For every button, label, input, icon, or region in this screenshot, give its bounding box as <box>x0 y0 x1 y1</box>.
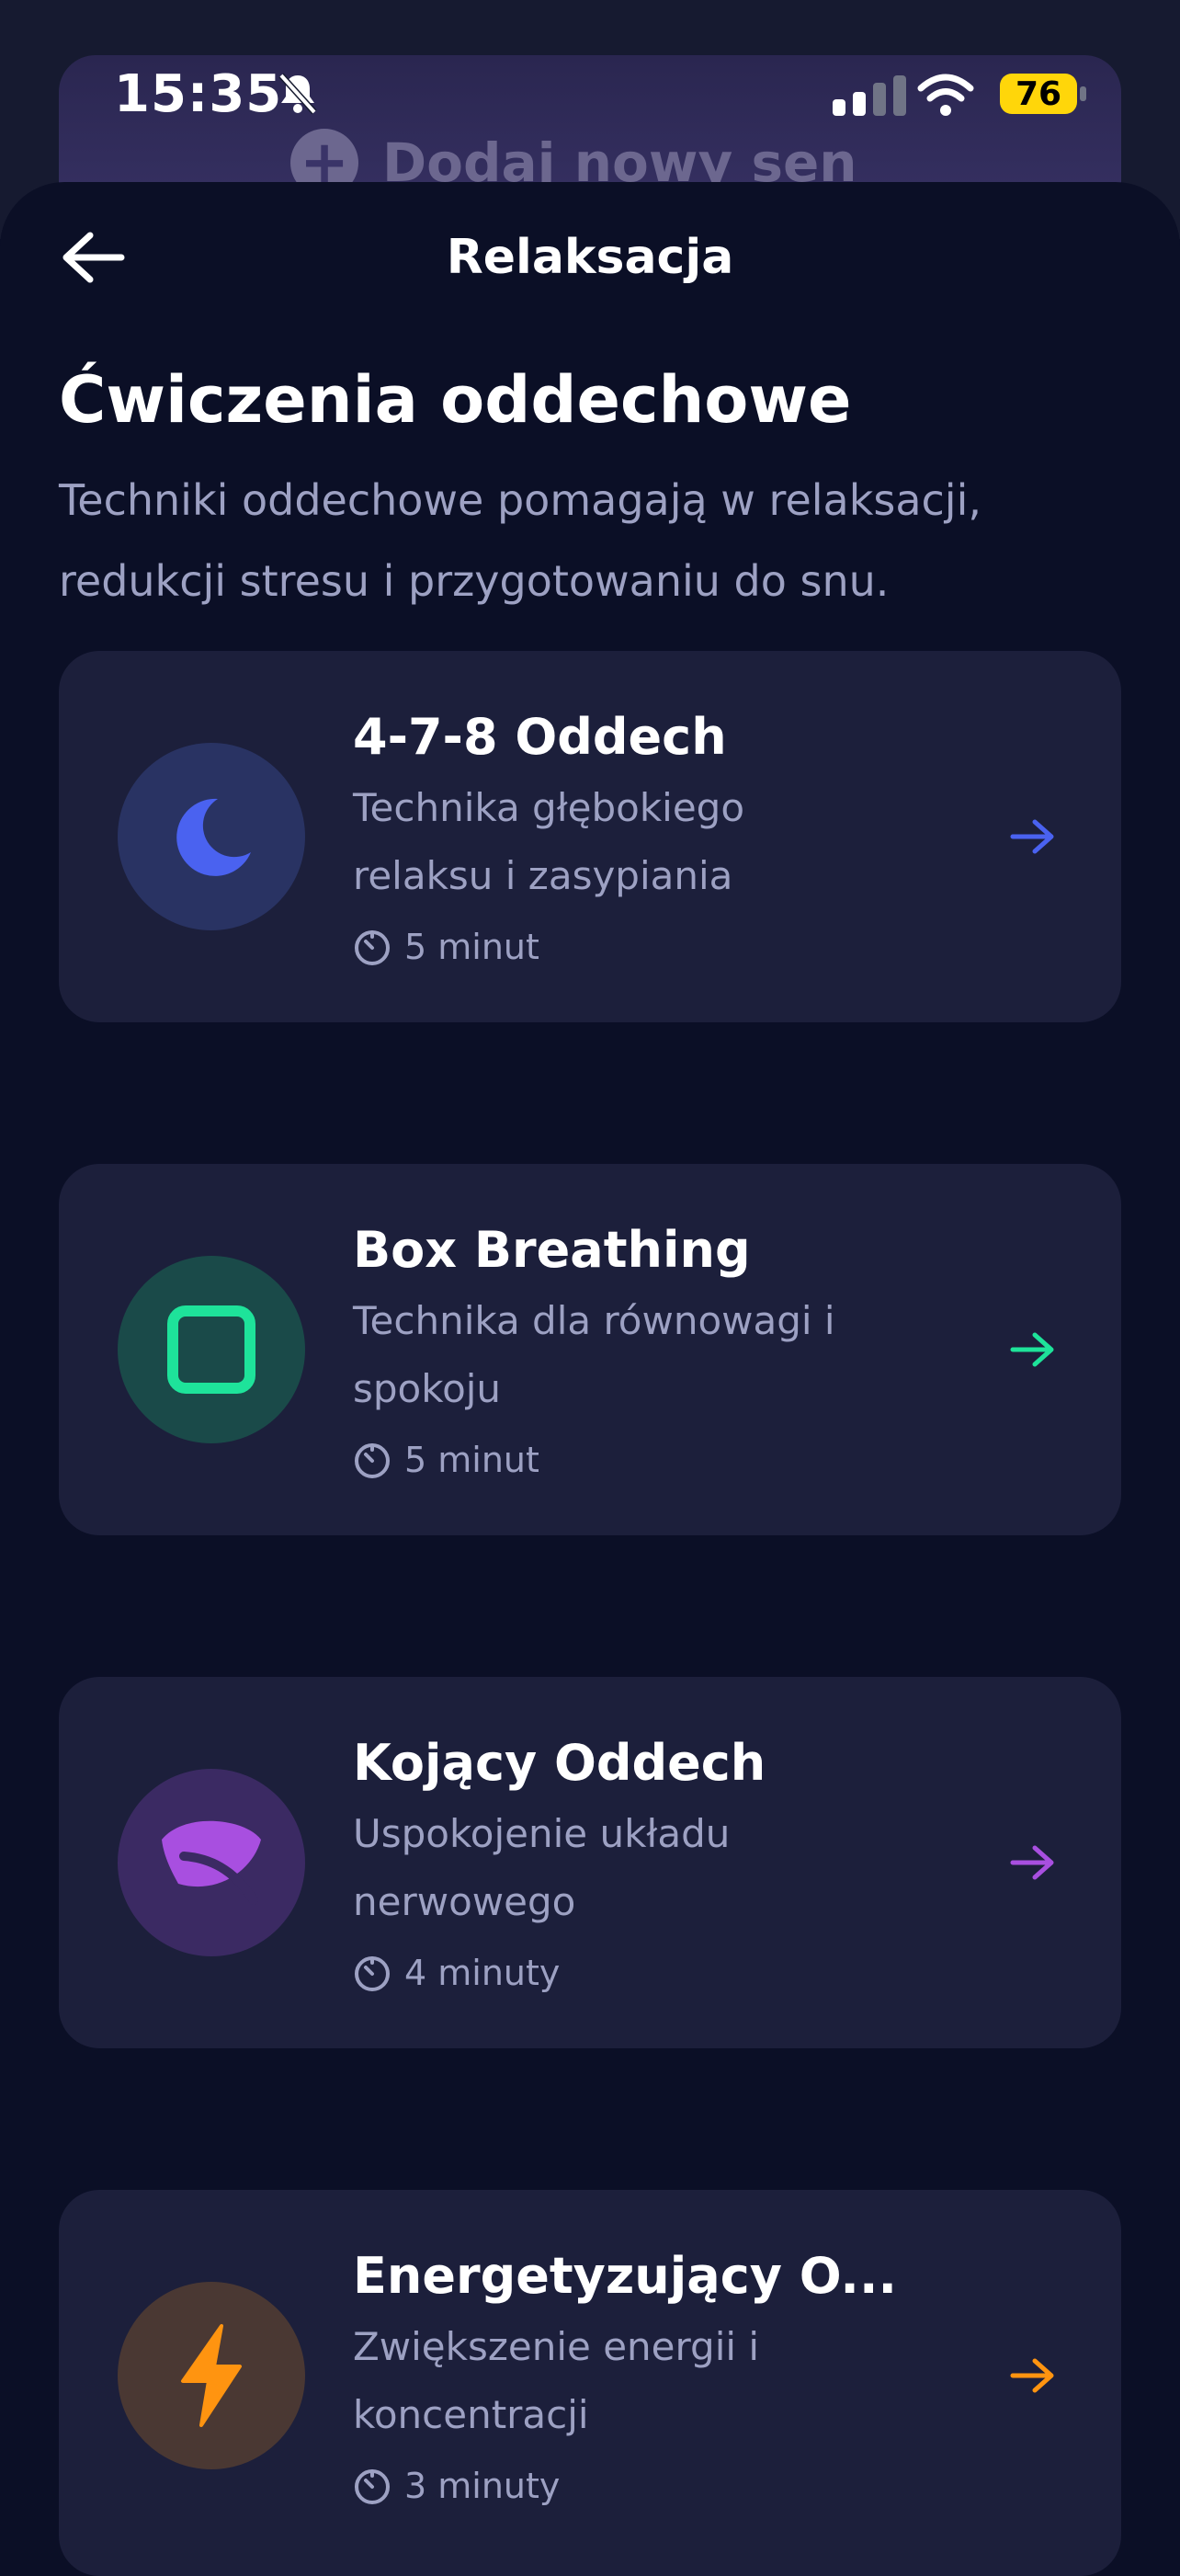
exercise-icon-circle <box>118 2282 305 2469</box>
exercise-card-soothing[interactable]: Kojący Oddech Uspokojenie układu nerwowe… <box>59 1677 1121 2048</box>
exercise-subtitle: Technika głębokiego relaksu i zasypiania <box>353 785 745 898</box>
exercise-subtitle: Technika dla równowagi i spokoju <box>353 1298 835 1411</box>
leaf-icon <box>162 1820 261 1905</box>
arrow-right-icon[interactable] <box>1009 1331 1057 1368</box>
section-heading: Ćwiczenia oddechowe <box>59 362 852 438</box>
exercise-duration: 5 minut <box>353 927 539 967</box>
bolt-icon <box>181 2324 242 2427</box>
status-bar: 15:35 76 <box>0 0 1180 184</box>
exercise-title: Energetyzujący O... <box>353 2247 897 2305</box>
battery-level: 76 <box>1000 74 1077 114</box>
exercise-card-478[interactable]: 4-7-8 Oddech Technika głębokiego relaksu… <box>59 651 1121 1022</box>
arrow-right-icon[interactable] <box>1009 2357 1057 2394</box>
arrow-right-icon[interactable] <box>1009 1844 1057 1881</box>
duration-label: 4 minuty <box>404 1953 561 1993</box>
page-title: Relaksacja <box>446 230 734 285</box>
exercise-subtitle: Zwiększenie energii i koncentracji <box>353 2324 760 2437</box>
wifi-icon <box>917 74 974 116</box>
exercise-card-box-breathing[interactable]: Box Breathing Technika dla równowagi i s… <box>59 1164 1121 1535</box>
duration-label: 5 minut <box>404 927 539 967</box>
exercise-title: 4-7-8 Oddech <box>353 708 727 766</box>
timer-icon <box>355 2469 390 2504</box>
timer-icon <box>355 1956 390 1991</box>
relaxation-sheet: Relaksacja Ćwiczenia oddechowe Techniki … <box>0 182 1180 2576</box>
exercise-duration: 5 minut <box>353 1440 539 1480</box>
arrow-right-icon[interactable] <box>1009 818 1057 855</box>
duration-label: 5 minut <box>404 1440 539 1480</box>
exercise-subtitle: Uspokojenie układu nerwowego <box>353 1811 731 1924</box>
exercise-card-energizing[interactable]: Energetyzujący O... Zwiększenie energii … <box>59 2190 1121 2576</box>
exercise-icon-circle <box>118 743 305 930</box>
exercise-title: Kojący Oddech <box>353 1734 766 1792</box>
exercise-title: Box Breathing <box>353 1221 751 1279</box>
cellular-signal-icon <box>833 75 906 116</box>
section-description: Techniki oddechowe pomagają w relaksacji… <box>59 475 981 606</box>
exercise-duration: 4 minuty <box>353 1953 560 1993</box>
square-icon <box>167 1305 255 1394</box>
timer-icon <box>355 930 390 965</box>
moon-icon <box>176 798 251 876</box>
duration-label: 3 minuty <box>404 2466 561 2506</box>
status-time: 15:35 <box>114 64 283 124</box>
timer-icon <box>355 1443 390 1478</box>
muted-bell-icon <box>278 73 317 115</box>
battery-icon: 76 <box>1000 74 1086 114</box>
exercise-icon-circle <box>118 1769 305 1956</box>
exercise-icon-circle <box>118 1256 305 1443</box>
exercise-duration: 3 minuty <box>353 2466 560 2506</box>
